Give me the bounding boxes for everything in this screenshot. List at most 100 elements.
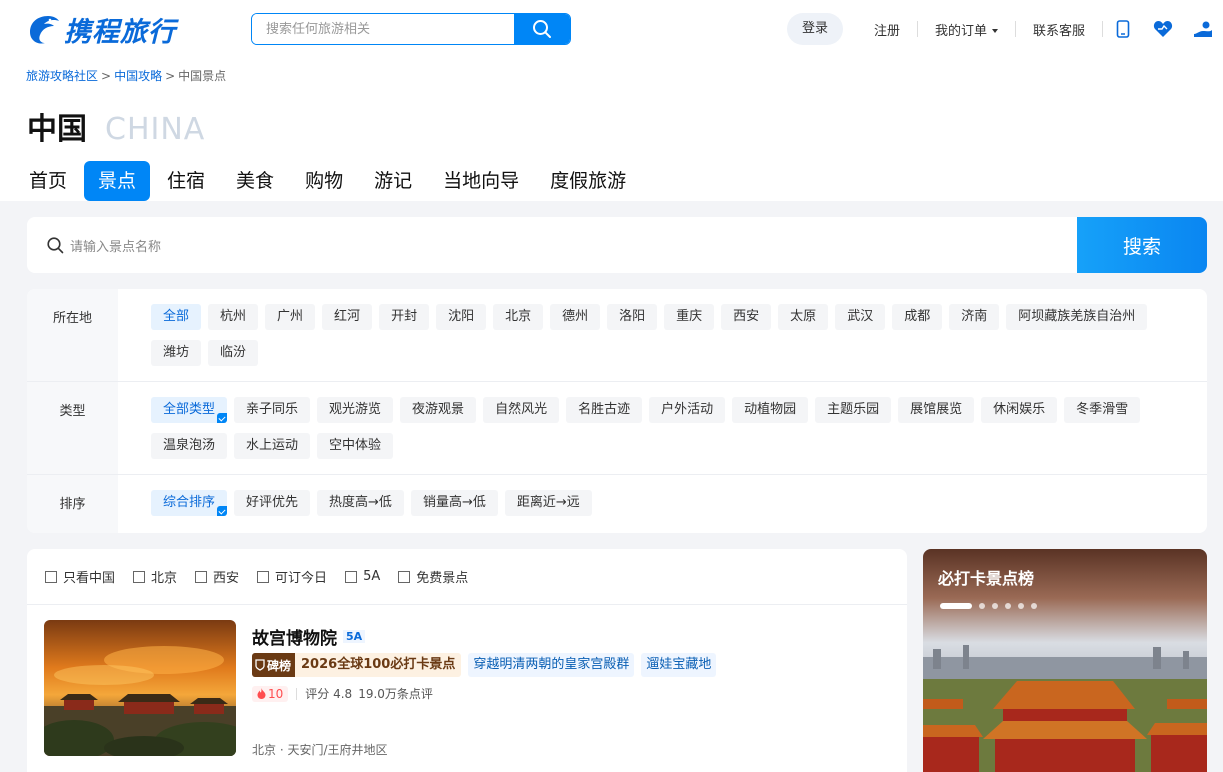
checkbox-label: 5A xyxy=(363,569,381,584)
filter-chip[interactable]: 武汉 xyxy=(835,304,886,330)
mobile-app-button[interactable] xyxy=(1103,20,1143,38)
tab-hotels[interactable]: 住宿 xyxy=(153,161,219,201)
attraction-meta: 10 评分 4.8 19.0万条点评 xyxy=(252,685,433,702)
filter-chip[interactable]: 自然风光 xyxy=(483,397,560,423)
register-link[interactable]: 注册 xyxy=(857,20,917,39)
logo-text: 携程旅行 xyxy=(64,16,176,48)
favorite-button[interactable] xyxy=(1143,20,1183,38)
filter-chip[interactable]: 主题乐园 xyxy=(815,397,892,423)
tab-travelogues[interactable]: 游记 xyxy=(360,161,426,201)
carousel-dot[interactable] xyxy=(1005,603,1011,609)
quick-filter-checkbox[interactable]: 只看中国 xyxy=(45,567,115,586)
checkbox-label: 西安 xyxy=(213,571,240,586)
filter-chip[interactable]: 潍坊 xyxy=(151,339,202,366)
filter-chip[interactable]: 观光游览 xyxy=(317,397,394,423)
filter-chip[interactable]: 全部类型 xyxy=(151,397,228,423)
filter-chip[interactable]: 户外活动 xyxy=(649,397,726,423)
attraction-search-input[interactable]: 请输入景点名称 xyxy=(27,217,1077,273)
checkbox-label: 只看中国 xyxy=(63,571,116,586)
carousel-dot[interactable] xyxy=(940,603,972,609)
filter-chip[interactable]: 亲子同乐 xyxy=(234,397,311,423)
filter-chip[interactable]: 全部 xyxy=(151,304,202,330)
filter-chip[interactable]: 临汾 xyxy=(208,339,259,366)
quick-filter-checkbox[interactable]: 免费景点 xyxy=(398,567,468,586)
filter-chip[interactable]: 温泉泡汤 xyxy=(151,432,228,459)
forbidden-city-image xyxy=(44,620,236,756)
filter-chip[interactable]: 阿坝藏族羌族自治州 xyxy=(1006,304,1148,330)
filter-chip[interactable]: 距离近→远 xyxy=(504,490,592,516)
page-title-en: CHINA xyxy=(105,112,206,147)
ctrip-logo[interactable]: 携程旅行 xyxy=(26,10,176,48)
attraction-search-button[interactable]: 搜索 xyxy=(1077,217,1207,273)
quick-filters: 只看中国 北京 西安 可订今日 5A 免费景点 xyxy=(27,549,907,605)
attraction-tags: 碑榜 2026全球100必打卡景点 穿越明清两朝的皇家宫殿群 遛娃宝藏地 xyxy=(252,653,723,677)
filter-chip[interactable]: 北京 xyxy=(493,304,544,330)
carousel-dot[interactable] xyxy=(979,603,985,609)
page-title: 中国 CHINA xyxy=(27,104,205,148)
filter-chip[interactable]: 广州 xyxy=(265,304,316,330)
divider xyxy=(296,687,298,700)
breadcrumb-china-guide[interactable]: 中国攻略 xyxy=(114,69,162,83)
filter-row-location: 所在地 全部 杭州 广州 红河 开封 沈阳 北京 德州 洛阳 重庆 西安 太原 武汉 成都 济南 阿坝藏族羌族… xyxy=(27,289,1207,382)
filter-chip[interactable]: 济南 xyxy=(949,304,1000,330)
review-count[interactable]: 19.0万条点评 xyxy=(358,685,433,702)
my-orders-label: 我的订单 xyxy=(934,23,987,39)
search-icon xyxy=(533,20,551,38)
filter-chip[interactable]: 展馆展览 xyxy=(898,397,975,423)
carousel-indicators xyxy=(940,603,1044,609)
filter-chip[interactable]: 红河 xyxy=(322,304,373,330)
header-search-input[interactable] xyxy=(252,14,514,44)
filter-chip[interactable]: 太原 xyxy=(778,304,829,330)
tab-vacation[interactable]: 度假旅游 xyxy=(536,161,640,201)
carousel-dot[interactable] xyxy=(992,603,998,609)
header-search-button[interactable] xyxy=(514,14,570,44)
filter-chip[interactable]: 洛阳 xyxy=(607,304,658,330)
filter-chip[interactable]: 西安 xyxy=(721,304,772,330)
login-button[interactable]: 登录 xyxy=(786,13,843,45)
filter-chip[interactable]: 空中体验 xyxy=(317,432,394,459)
carousel-dot[interactable] xyxy=(1031,603,1037,609)
quick-filter-checkbox[interactable]: 西安 xyxy=(195,567,239,586)
filter-chip[interactable]: 水上运动 xyxy=(234,432,311,459)
ranking-badge[interactable]: 碑榜 2026全球100必打卡景点 xyxy=(252,653,462,677)
breadcrumb-community[interactable]: 旅游攻略社区 xyxy=(26,69,98,83)
attraction-name[interactable]: 故宫博物院 5A xyxy=(252,624,366,649)
filter-chip[interactable]: 热度高→低 xyxy=(317,490,404,516)
tab-shopping[interactable]: 购物 xyxy=(291,161,357,201)
filter-chip[interactable]: 冬季滑雪 xyxy=(1064,397,1141,423)
carousel-dot[interactable] xyxy=(1018,603,1024,609)
ranking-card-title: 必打卡景点榜 xyxy=(938,569,1035,588)
filter-chip[interactable]: 综合排序 xyxy=(151,490,228,516)
tab-local-guide[interactable]: 当地向导 xyxy=(429,161,533,201)
attraction-photo[interactable] xyxy=(44,620,236,756)
tab-food[interactable]: 美食 xyxy=(222,161,288,201)
quick-filter-checkbox[interactable]: 可订今日 xyxy=(257,567,327,586)
quick-filter-checkbox[interactable]: 北京 xyxy=(133,567,177,586)
filter-chip[interactable]: 名胜古迹 xyxy=(566,397,643,423)
breadcrumb-current: 中国景点 xyxy=(178,69,227,83)
checkbox-label: 可订今日 xyxy=(275,571,328,586)
filter-row-type: 类型 全部类型 亲子同乐 观光游览 夜游观景 自然风光 名胜古迹 户外活动 动植物园 主题乐园展… xyxy=(27,382,1207,475)
filter-chip[interactable]: 开封 xyxy=(379,304,430,330)
filter-chip[interactable]: 销量高→低 xyxy=(410,490,498,516)
filter-chip[interactable]: 杭州 xyxy=(208,304,259,330)
attraction-card[interactable]: 故宫博物院 5A 碑榜 2026全球100必打卡景点 穿越明清两朝的皇家宫殿群 … xyxy=(27,605,907,772)
quick-filter-checkbox[interactable]: 5A xyxy=(345,569,380,584)
filter-chip[interactable]: 重庆 xyxy=(664,304,715,330)
filter-chip[interactable]: 德州 xyxy=(550,304,601,330)
tab-attractions[interactable]: 景点 xyxy=(84,161,151,201)
filter-chip[interactable]: 动植物园 xyxy=(732,397,809,423)
filter-chip[interactable]: 成都 xyxy=(892,304,943,330)
user-wave-icon xyxy=(1194,21,1212,37)
filter-chip[interactable]: 休闲娱乐 xyxy=(981,397,1058,423)
caret-down-icon xyxy=(991,29,998,33)
level-badge: 5A xyxy=(343,630,366,643)
customer-service-link[interactable]: 联系客服 xyxy=(1016,20,1102,39)
must-visit-ranking-card[interactable]: 必打卡景点榜 xyxy=(923,549,1207,772)
filter-chip[interactable]: 沈阳 xyxy=(436,304,487,330)
tab-home[interactable]: 首页 xyxy=(15,161,81,201)
filter-chip[interactable]: 夜游观景 xyxy=(400,397,477,423)
filter-chip[interactable]: 好评优先 xyxy=(234,490,311,516)
my-orders-menu[interactable]: 我的订单 xyxy=(918,20,1015,39)
user-center-button[interactable] xyxy=(1183,20,1223,38)
